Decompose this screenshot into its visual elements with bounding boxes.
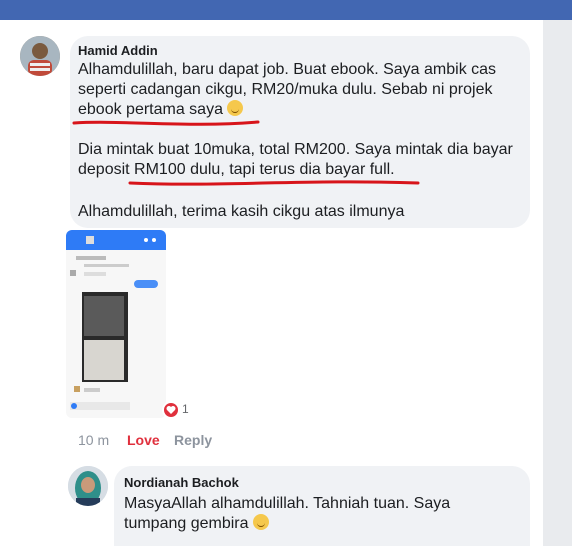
red-underline — [72, 120, 260, 126]
comment-text-line: Alhamdulillah, baru dapat job. Buat eboo… — [78, 61, 497, 78]
reply-button[interactable]: Reply — [174, 432, 212, 448]
comment-author[interactable]: Nordianah Bachok — [124, 475, 239, 490]
top-bar — [0, 0, 572, 20]
comment-text-line: seperti cadangan cikgu, RM20/muka dulu. … — [78, 81, 493, 98]
comment-text-line: MasyaAllah alhamdulillah. Tahniah tuan. … — [124, 495, 451, 512]
attached-screenshot-image[interactable] — [66, 230, 166, 418]
comment-timestamp[interactable]: 10 m — [78, 432, 109, 448]
comment-author[interactable]: Hamid Addin — [78, 43, 158, 58]
avatar[interactable] — [68, 466, 108, 506]
reaction-summary[interactable]: 1 — [162, 401, 192, 419]
scroll-gutter — [543, 20, 572, 546]
red-underline — [128, 180, 420, 186]
comment-text-segment: tumpang gembira — [124, 515, 249, 532]
heart-reaction-icon — [162, 401, 180, 419]
comment-text-line: Alhamdulillah, terima kasih cikgu atas i… — [78, 203, 405, 220]
comment-text-line: tumpang gembira — [124, 514, 269, 534]
love-reaction-button[interactable]: Love — [127, 432, 160, 448]
avatar[interactable] — [20, 36, 60, 76]
comment-text-line: Dia mintak buat 10muka, total RM200. Say… — [78, 141, 513, 158]
reaction-count: 1 — [182, 402, 189, 416]
smile-emoji-icon — [227, 100, 244, 116]
smile-emoji-icon — [252, 514, 269, 530]
